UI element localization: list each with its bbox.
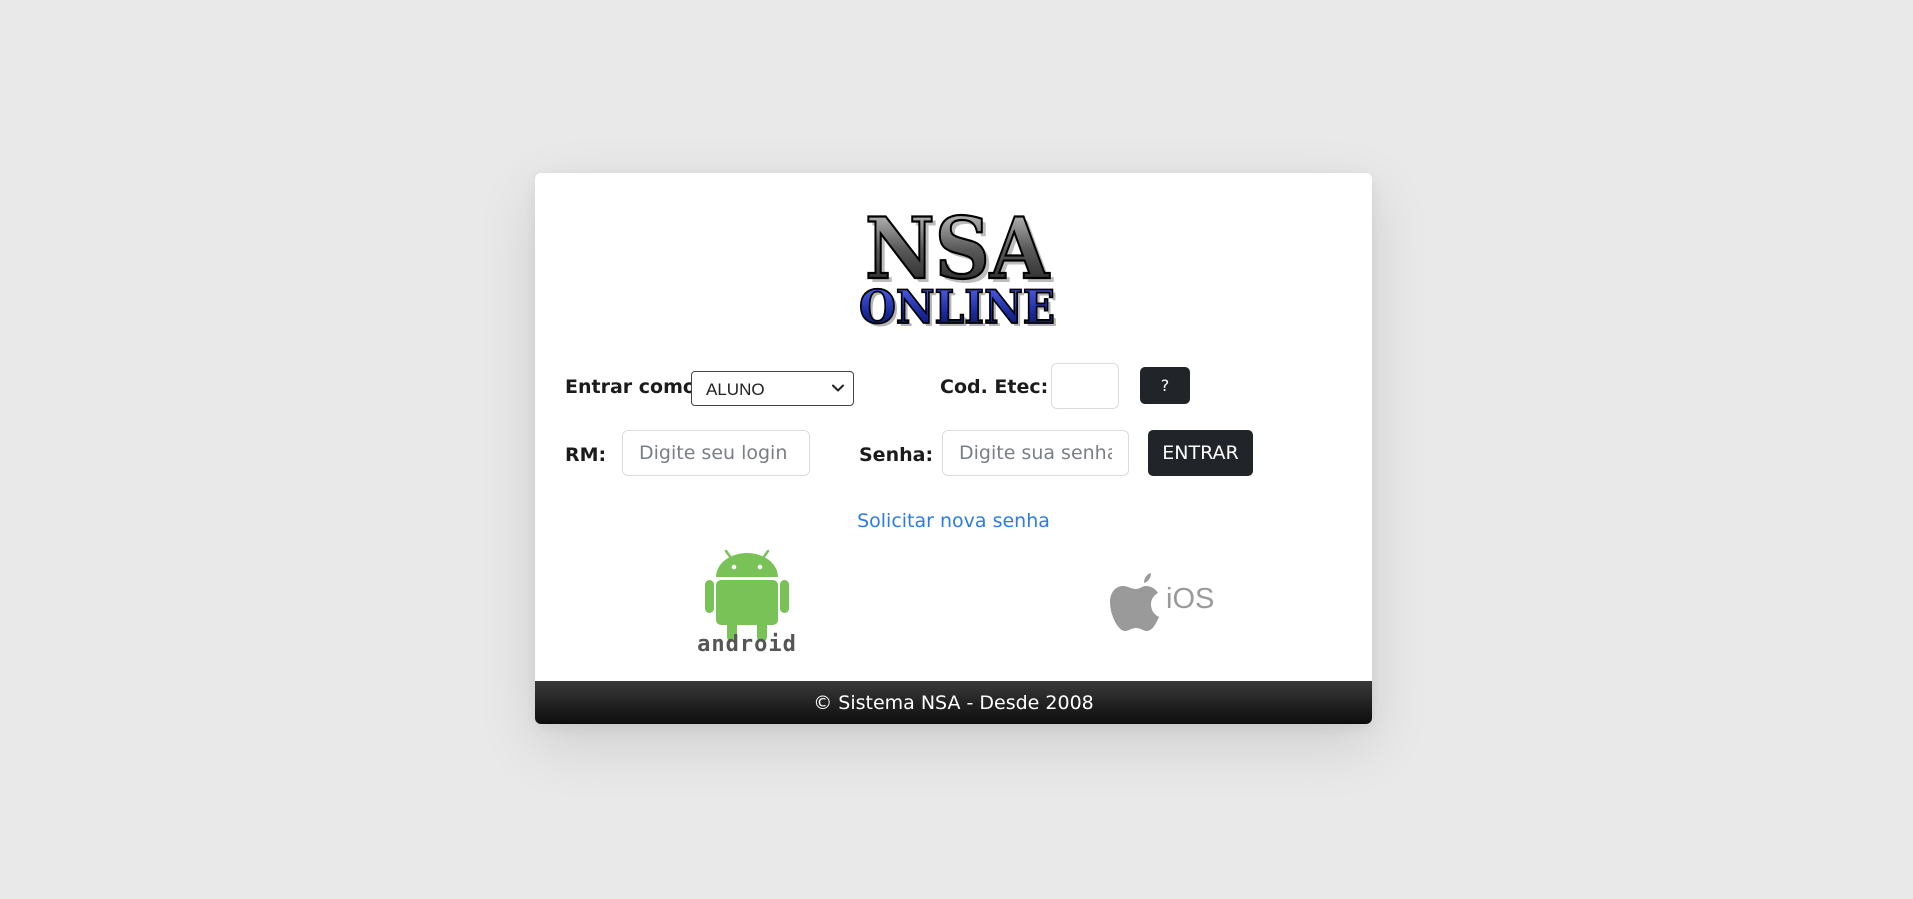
android-label: android: [697, 632, 797, 657]
request-new-password-link[interactable]: Solicitar nova senha: [535, 510, 1372, 532]
rm-label: RM:: [565, 444, 607, 466]
chevron-down-icon: [832, 384, 844, 392]
role-select[interactable]: ALUNO: [691, 371, 854, 406]
footer: © Sistema NSA - Desde 2008: [535, 681, 1372, 724]
role-label: Entrar como:: [565, 376, 704, 398]
role-select-value: ALUNO: [706, 380, 765, 399]
password-label: Senha:: [859, 444, 934, 466]
ios-app-link[interactable]: iOS: [1110, 571, 1215, 633]
login-card: NSA NSA ONLINE ONLINE Entrar como: ALUNO…: [535, 173, 1372, 724]
nsa-online-logo: NSA NSA ONLINE ONLINE: [853, 203, 1063, 329]
apple-icon: [1110, 573, 1159, 631]
login-submit-button[interactable]: ENTRAR: [1148, 430, 1253, 476]
ios-label: iOS: [1166, 583, 1215, 615]
etec-code-label: Cod. Etec:: [940, 376, 1049, 398]
etec-code-input[interactable]: [1051, 363, 1119, 409]
password-input[interactable]: [942, 430, 1129, 476]
logo-online-text: ONLINE: [859, 280, 1055, 329]
android-app-link[interactable]: android: [689, 549, 805, 657]
etec-help-button[interactable]: ?: [1140, 367, 1190, 404]
rm-login-input[interactable]: [622, 430, 810, 476]
